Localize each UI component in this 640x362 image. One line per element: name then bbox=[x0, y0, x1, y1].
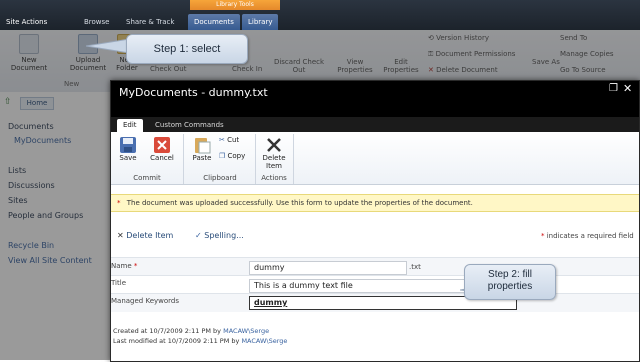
spelling-check-icon: ✓ bbox=[195, 231, 205, 240]
tab-edit[interactable]: Edit bbox=[117, 119, 143, 132]
paste-button[interactable]: Paste bbox=[189, 136, 215, 162]
delete-x-icon bbox=[267, 138, 281, 152]
group-clipboard-label: Clipboard bbox=[203, 174, 237, 182]
cancel-button[interactable]: Cancel bbox=[147, 136, 177, 162]
maximize-icon[interactable]: ❐ bbox=[609, 83, 618, 94]
tab-share-track[interactable]: Share & Track bbox=[120, 14, 180, 30]
created-info: Created at 10/7/2009 2:11 PM by MACAW\Se… bbox=[113, 327, 270, 335]
paste-clipboard-icon bbox=[195, 138, 211, 154]
tab-custom-commands[interactable]: Custom Commands bbox=[149, 119, 230, 132]
required-asterisk: * bbox=[133, 262, 138, 270]
tab-browse[interactable]: Browse bbox=[78, 14, 116, 30]
name-extension: .txt bbox=[409, 263, 421, 271]
tab-documents[interactable]: Documents bbox=[188, 14, 240, 30]
ribbon-separator bbox=[293, 134, 294, 184]
modified-info: Last modified at 10/7/2009 2:11 PM by MA… bbox=[113, 337, 288, 345]
delete-item-ribbon-button[interactable]: Delete Item bbox=[259, 136, 289, 170]
close-icon[interactable]: ✕ bbox=[623, 82, 632, 95]
spelling-action[interactable]: ✓ Spelling... bbox=[195, 231, 244, 240]
group-commit-label: Commit bbox=[133, 174, 161, 182]
ribbon-separator bbox=[255, 134, 256, 184]
ribbon-separator bbox=[183, 134, 184, 184]
library-tools-context-label: Library Tools bbox=[190, 0, 280, 10]
managed-keywords-label: Managed Keywords bbox=[111, 297, 180, 305]
step2-callout: Step 2: fill properties bbox=[464, 264, 556, 300]
modified-by-link[interactable]: MACAW\Serge bbox=[241, 337, 287, 345]
dialog-title: MyDocuments - dummy.txt bbox=[119, 86, 268, 99]
delete-item-action[interactable]: ✕ Delete Item bbox=[117, 231, 173, 240]
cancel-x-icon bbox=[154, 137, 170, 153]
name-field[interactable]: dummy bbox=[249, 261, 407, 275]
required-field-note: * indicates a required field bbox=[541, 232, 634, 240]
save-button[interactable]: Save bbox=[115, 136, 141, 162]
name-label: Name * bbox=[111, 262, 138, 270]
upload-success-notice: * The document was uploaded successfully… bbox=[111, 194, 639, 212]
edit-properties-dialog: MyDocuments - dummy.txt ❐ ✕ Edit Custom … bbox=[110, 80, 640, 362]
group-actions-label: Actions bbox=[261, 174, 287, 182]
scissors-icon: ✂ bbox=[219, 136, 228, 144]
required-asterisk: * bbox=[117, 199, 121, 207]
step1-callout: Step 1: select bbox=[126, 34, 248, 64]
tab-library[interactable]: Library bbox=[242, 14, 279, 30]
site-actions-menu[interactable]: Site Actions bbox=[0, 14, 53, 30]
title-label: Title bbox=[111, 279, 127, 287]
delete-x-icon: ✕ bbox=[117, 231, 127, 240]
created-by-link[interactable]: MACAW\Serge bbox=[223, 327, 269, 335]
cut-button[interactable]: ✂ Cut bbox=[219, 136, 239, 144]
copy-button[interactable]: ❐ Copy bbox=[219, 152, 245, 160]
copy-icon: ❐ bbox=[219, 152, 228, 160]
save-disk-icon bbox=[120, 137, 136, 153]
